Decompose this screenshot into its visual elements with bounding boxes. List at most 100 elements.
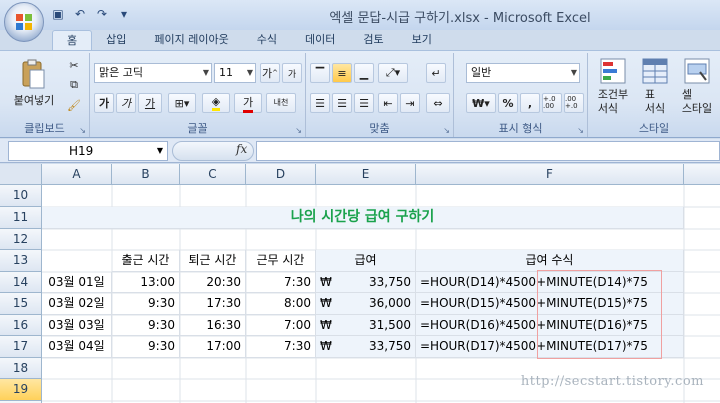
align-center-icon: ☰ [337, 96, 347, 110]
tab-home[interactable]: 홈 [52, 30, 93, 50]
row-header-13[interactable]: 13 [0, 250, 42, 272]
column-header-b[interactable]: B [112, 164, 180, 185]
format-table-button[interactable]: 표 서식 [634, 87, 676, 117]
tab-view[interactable]: 보기 [398, 30, 446, 50]
header-pay-formula[interactable]: 급여 수식 [416, 250, 684, 272]
clipboard-launcher-icon[interactable]: ↘ [79, 126, 86, 135]
sheet-title[interactable]: 나의 시간당 급여 구하기 [42, 207, 684, 229]
align-top-button[interactable]: ▔ [310, 63, 330, 83]
align-left-button[interactable]: ☰ [310, 93, 330, 113]
shrink-font-button[interactable]: 가 [282, 63, 302, 83]
tab-review[interactable]: 검토 [349, 30, 397, 50]
row-header-10[interactable]: 10 [0, 185, 42, 207]
alignment-launcher-icon[interactable]: ↘ [443, 126, 450, 135]
underline-button[interactable]: 가 [138, 93, 162, 113]
cell-pay[interactable]: ₩33,750 [316, 336, 416, 358]
paste-icon[interactable] [18, 57, 48, 91]
cell-start[interactable]: 13:00 [112, 272, 180, 293]
currency-button[interactable]: ₩ ▾ [466, 93, 496, 113]
cell-work[interactable]: 7:30 [246, 272, 316, 293]
tab-data[interactable]: 데이터 [291, 30, 349, 50]
column-header-d[interactable]: D [246, 164, 316, 185]
format-table-icon[interactable] [640, 57, 670, 85]
align-middle-button[interactable]: ≡ [332, 63, 352, 83]
row-header-17[interactable]: 17 [0, 336, 42, 358]
row-header-18[interactable]: 18 [0, 358, 42, 379]
wrap-text-button[interactable]: ↵ [426, 63, 446, 83]
cell-date[interactable]: 03월 03일 [42, 315, 112, 336]
name-box[interactable]: H19 ▼ [8, 141, 168, 161]
insert-function-button[interactable]: fx [236, 142, 247, 156]
font-name-combo[interactable]: 맑은 고딕 ▼ [94, 63, 212, 83]
cell-work[interactable]: 7:30 [246, 336, 316, 358]
column-header-c[interactable]: C [180, 164, 246, 185]
worksheet-grid[interactable]: A B C D E F 10 11 12 13 14 15 16 17 18 1… [0, 164, 720, 403]
tab-page-layout[interactable]: 페이지 레이아웃 [140, 30, 242, 50]
phonetic-button[interactable]: 내천 [266, 93, 296, 113]
font-launcher-icon[interactable]: ↘ [295, 126, 302, 135]
cut-icon[interactable]: ✂ [66, 57, 82, 73]
grow-font-button[interactable]: 가 ^ [260, 63, 280, 83]
cell-styles-button[interactable]: 셀 스타일 [674, 87, 720, 117]
percent-button[interactable]: % [498, 93, 518, 113]
office-button[interactable] [4, 2, 44, 42]
header-work-time[interactable]: 근무 시간 [246, 250, 316, 272]
format-painter-icon[interactable]: 🖌 [66, 97, 82, 113]
cell-date[interactable]: 03월 01일 [42, 272, 112, 293]
number-format-combo[interactable]: 일반 ▼ [466, 63, 580, 83]
copy-icon[interactable]: ⧉ [66, 77, 82, 93]
font-size-combo[interactable]: 11 ▼ [214, 63, 256, 83]
cell-styles-icon[interactable] [682, 57, 712, 85]
cell-date[interactable]: 03월 04일 [42, 336, 112, 358]
column-header-a[interactable]: A [42, 164, 112, 185]
cell-start[interactable]: 9:30 [112, 336, 180, 358]
row-header-14[interactable]: 14 [0, 272, 42, 293]
cell-start[interactable]: 9:30 [112, 315, 180, 336]
row-header-11[interactable]: 11 [0, 207, 42, 229]
align-right-button[interactable]: ☰ [354, 93, 374, 113]
row-header-12[interactable]: 12 [0, 229, 42, 250]
borders-button[interactable]: ⊞▾ [168, 93, 196, 113]
row-header-19[interactable]: 19 [0, 379, 42, 401]
decrease-indent-button[interactable]: ⇤ [378, 93, 398, 113]
cell-start[interactable]: 9:30 [112, 293, 180, 315]
increase-indent-button[interactable]: ⇥ [400, 93, 420, 113]
cell-end[interactable]: 20:30 [180, 272, 246, 293]
increase-decimal-button[interactable]: +.0 .00 [542, 93, 562, 113]
cell-date[interactable]: 03월 02일 [42, 293, 112, 315]
align-bottom-button[interactable]: ▁ [354, 63, 374, 83]
header-pay[interactable]: 급여 [316, 250, 416, 272]
cell-pay[interactable]: ₩33,750 [316, 272, 416, 293]
merge-center-button[interactable]: ⇔ [426, 93, 450, 113]
column-header-f[interactable]: F [416, 164, 684, 185]
header-start-time[interactable]: 출근 시간 [112, 250, 180, 272]
tab-insert[interactable]: 삽입 [92, 30, 140, 50]
cell-pay[interactable]: ₩36,000 [316, 293, 416, 315]
cell-work[interactable]: 7:00 [246, 315, 316, 336]
comma-button[interactable]: , [520, 93, 540, 113]
number-launcher-icon[interactable]: ↘ [577, 126, 584, 135]
decrease-decimal-button[interactable]: .00 +.0 [564, 93, 584, 113]
cell-end[interactable]: 16:30 [180, 315, 246, 336]
cell-end[interactable]: 17:30 [180, 293, 246, 315]
column-header-g[interactable] [684, 164, 720, 185]
bold-button[interactable]: 가 [94, 93, 114, 113]
select-all-corner[interactable] [0, 164, 42, 185]
cell-pay[interactable]: ₩31,500 [316, 315, 416, 336]
italic-button[interactable]: 가 [116, 93, 136, 113]
row-header-15[interactable]: 15 [0, 293, 42, 315]
cell-work[interactable]: 8:00 [246, 293, 316, 315]
column-header-e[interactable]: E [316, 164, 416, 185]
formula-input[interactable] [256, 141, 720, 161]
row-header-16[interactable]: 16 [0, 315, 42, 336]
fill-color-button[interactable]: ◈ [202, 93, 230, 113]
conditional-format-button[interactable]: 조건부 서식 [590, 87, 636, 117]
conditional-format-icon[interactable] [598, 57, 628, 85]
font-color-button[interactable]: 가 [234, 93, 262, 113]
header-end-time[interactable]: 퇴근 시간 [180, 250, 246, 272]
paste-button[interactable]: 붙여넣기 [4, 93, 64, 107]
align-center-button[interactable]: ☰ [332, 93, 352, 113]
orientation-button[interactable]: ⤢▾ [378, 63, 408, 83]
tab-formulas[interactable]: 수식 [243, 30, 291, 50]
cell-end[interactable]: 17:00 [180, 336, 246, 358]
